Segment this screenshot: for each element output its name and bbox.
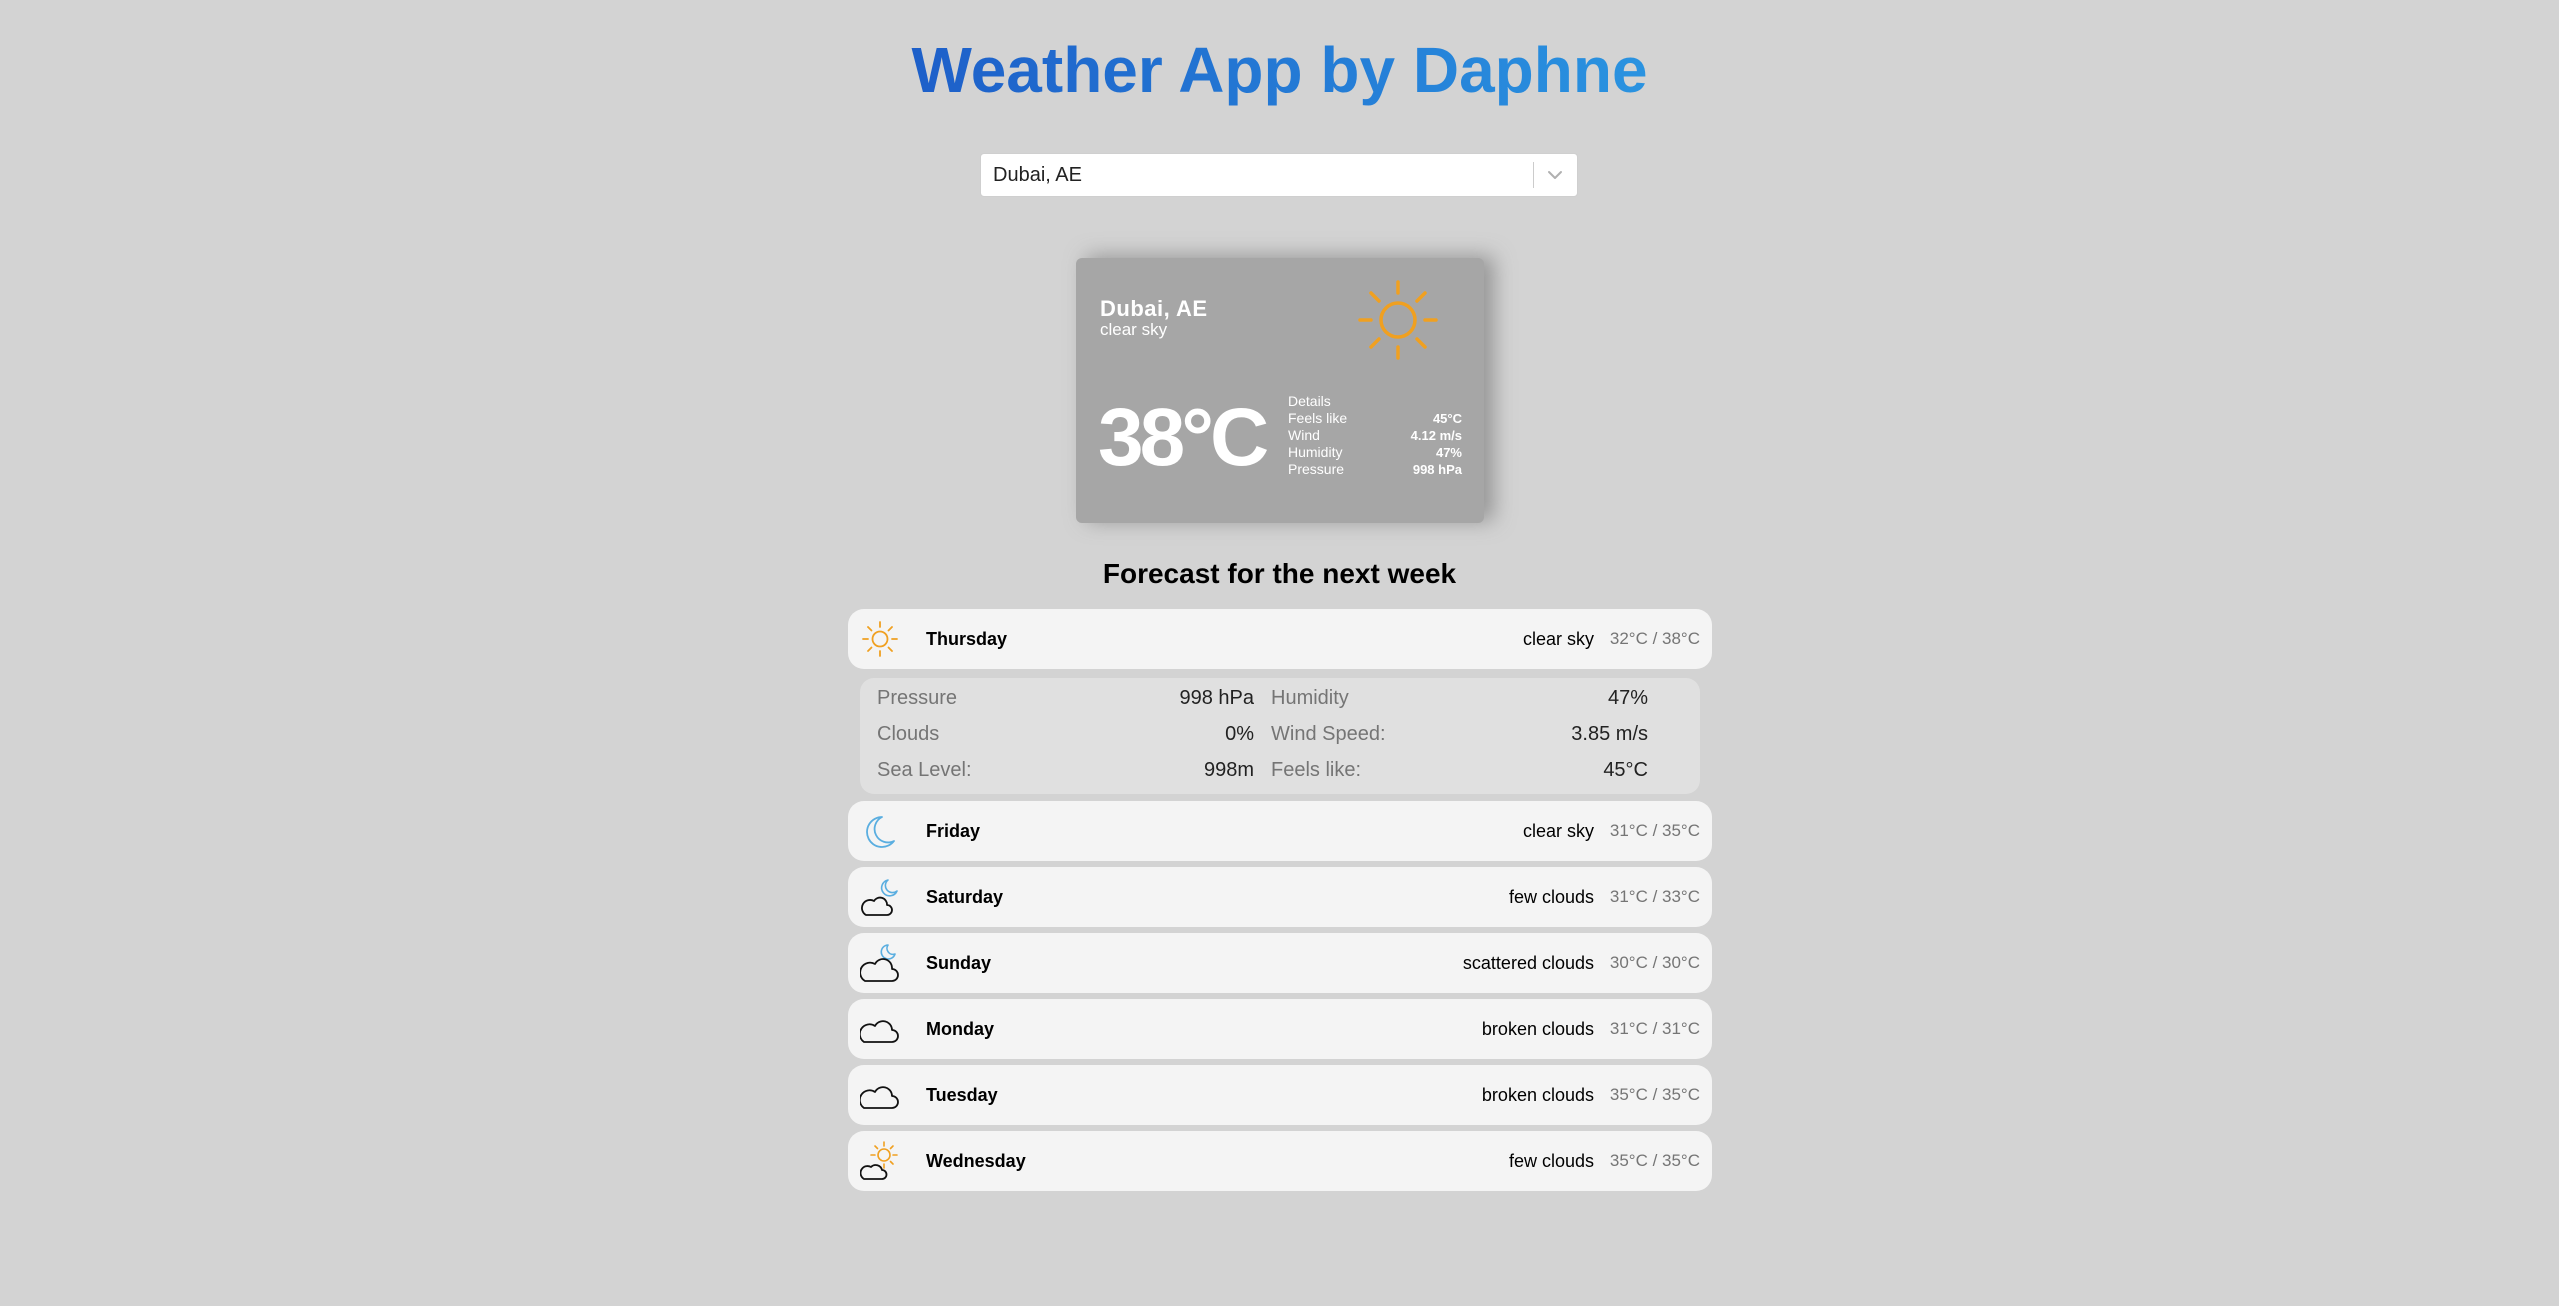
detail-humidity: Humidity 47%	[1288, 444, 1462, 461]
day-name: Thursday	[926, 629, 1008, 649]
day-name: Wednesday	[926, 1151, 1026, 1171]
day-description: broken clouds	[1481, 1019, 1594, 1039]
sun-icon	[862, 621, 898, 657]
cloud-icon	[860, 1086, 899, 1109]
forecast-day-wednesday[interactable]: Wednesday few clouds 35°C / 35°C	[848, 1131, 1712, 1191]
detail-sea-level: Sea Level: 998m	[877, 752, 1254, 788]
forecast-day-sunday[interactable]: Sunday scattered clouds 30°C / 30°C	[848, 933, 1712, 993]
forecast-day-details: Pressure 998 hPa Humidity 47% Clouds 0% …	[860, 678, 1700, 794]
page-title: Weather App by Daphne	[0, 30, 2559, 110]
detail-value: 47%	[1607, 687, 1648, 709]
city-search-value: Dubai, AE	[993, 164, 1082, 186]
detail-label: Sea Level:	[877, 759, 972, 781]
day-description: clear sky	[1522, 629, 1594, 649]
day-name: Tuesday	[926, 1085, 998, 1105]
forecast-title: Forecast for the next week	[1102, 558, 1457, 589]
day-description: few clouds	[1508, 887, 1594, 907]
detail-label: Humidity	[1271, 687, 1349, 709]
cloud-moon-icon	[861, 879, 898, 916]
detail-label: Feels like	[1288, 410, 1348, 426]
page-title-text: Weather App by Daphne	[911, 34, 1648, 106]
detail-pressure: Pressure 998 hPa	[877, 680, 1254, 716]
day-name: Sunday	[926, 953, 992, 973]
forecast-day-tuesday[interactable]: Tuesday broken clouds 35°C / 35°C	[848, 1065, 1712, 1125]
detail-feels-like: Feels like: 45°C	[1271, 752, 1648, 788]
day-temp-range: 35°C / 35°C	[1609, 1085, 1700, 1104]
detail-value: 998 hPa	[1412, 462, 1462, 477]
day-temp-range: 30°C / 30°C	[1609, 953, 1700, 972]
detail-wind-speed: Wind Speed: 3.85 m/s	[1271, 716, 1648, 752]
cloud-moon-icon	[860, 944, 899, 982]
detail-humidity: Humidity 47%	[1271, 680, 1648, 716]
forecast-day-friday[interactable]: Friday clear sky 31°C / 35°C	[848, 801, 1712, 861]
detail-wind: Wind 4.12 m/s	[1288, 427, 1462, 444]
detail-value: 47%	[1435, 445, 1462, 460]
current-city: Dubai, AE	[1100, 296, 1208, 321]
day-temp-range: 31°C / 35°C	[1609, 821, 1700, 840]
moon-icon	[866, 816, 895, 848]
detail-label: Pressure	[1288, 461, 1345, 477]
detail-value: 998m	[1203, 759, 1254, 781]
cloud-sun-icon	[860, 1141, 898, 1180]
detail-value: 45°C	[1432, 411, 1462, 426]
details-label: Details	[1288, 393, 1331, 409]
day-name: Friday	[926, 821, 981, 841]
day-name: Monday	[926, 1019, 995, 1039]
day-temp-range: 32°C / 38°C	[1609, 629, 1700, 648]
day-temp-range: 31°C / 31°C	[1609, 1019, 1700, 1038]
detail-value: 998 hPa	[1179, 687, 1254, 709]
day-description: scattered clouds	[1462, 953, 1594, 973]
cloud-icon	[860, 1020, 899, 1043]
current-description: clear sky	[1100, 320, 1168, 339]
day-temp-range: 35°C / 35°C	[1609, 1151, 1700, 1170]
day-description: broken clouds	[1481, 1085, 1594, 1105]
detail-value: 0%	[1225, 723, 1254, 745]
detail-label: Pressure	[877, 687, 958, 709]
detail-clouds: Clouds 0%	[877, 716, 1254, 752]
detail-value: 45°C	[1603, 759, 1648, 781]
detail-label: Feels like:	[1271, 759, 1362, 781]
sun-icon	[1358, 280, 1438, 360]
detail-pressure: Pressure 998 hPa	[1288, 461, 1462, 478]
chevron-down-icon[interactable]	[1543, 163, 1567, 187]
detail-label: Humidity	[1288, 444, 1343, 460]
detail-feels-like: Feels like 45°C	[1288, 410, 1462, 427]
forecast-day-thursday[interactable]: Thursday clear sky 32°C / 38°C	[848, 609, 1712, 669]
detail-label: Wind	[1288, 427, 1320, 443]
day-description: few clouds	[1508, 1151, 1594, 1171]
current-temperature: 38°C	[1098, 392, 1269, 483]
detail-label: Clouds	[877, 723, 940, 745]
day-description: clear sky	[1522, 821, 1594, 841]
forecast-day-monday[interactable]: Monday broken clouds 31°C / 31°C	[848, 999, 1712, 1059]
detail-label: Wind Speed:	[1271, 723, 1386, 745]
weather-app: Weather App by Daphne Dubai, AE Dubai, A…	[0, 0, 2559, 1306]
current-weather-card: Dubai, AE clear sky 38°C Details Feels l…	[1076, 258, 1484, 523]
select-separator	[1533, 162, 1534, 188]
city-search-select[interactable]: Dubai, AE	[980, 153, 1578, 197]
details-header: Details	[1288, 393, 1462, 410]
forecast-day-saturday[interactable]: Saturday few clouds 31°C / 33°C	[848, 867, 1712, 927]
detail-value: 3.85 m/s	[1571, 723, 1648, 745]
detail-value: 4.12 m/s	[1410, 428, 1462, 443]
current-details: Details Feels like 45°C Wind 4.12 m/s Humi…	[1288, 393, 1462, 478]
day-name: Saturday	[926, 887, 1004, 907]
day-temp-range: 31°C / 33°C	[1609, 887, 1700, 906]
